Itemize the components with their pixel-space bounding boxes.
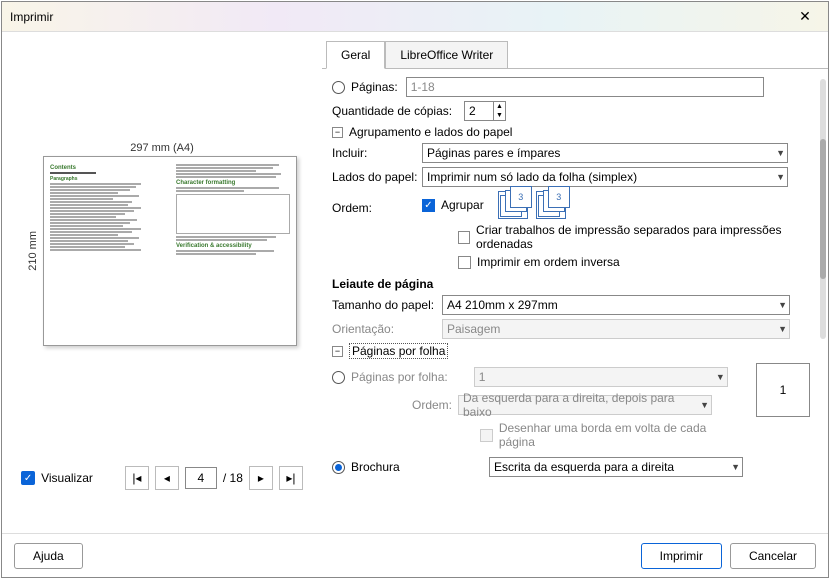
collation-group-label: Agrupamento e lados do papel <box>349 125 512 139</box>
page-preview: Contents Paragraphs <box>43 156 297 346</box>
titlebar: Imprimir ✕ <box>2 2 828 32</box>
print-button[interactable]: Imprimir <box>641 543 722 569</box>
tab-writer[interactable]: LibreOffice Writer <box>385 41 508 69</box>
reverse-checkbox[interactable] <box>458 256 471 269</box>
ppf-label: Páginas por folha: <box>351 370 448 384</box>
help-button[interactable]: Ajuda <box>14 543 83 569</box>
collate-icon-2: 123 <box>536 191 566 219</box>
page-input[interactable] <box>185 467 217 489</box>
layout-preview-box: 1 <box>756 363 810 417</box>
ppf-group-label: Páginas por folha <box>349 343 448 359</box>
paper-width-label: 297 mm (A4) <box>130 142 194 154</box>
copies-input[interactable] <box>465 104 491 118</box>
pages-input[interactable] <box>406 77 764 97</box>
reverse-label: Imprimir em ordem inversa <box>477 255 620 269</box>
separate-jobs-label: Criar trabalhos de impressão separados p… <box>476 223 810 251</box>
dialog-footer: Ajuda Imprimir Cancelar <box>2 533 828 577</box>
draw-border-checkbox <box>480 429 493 442</box>
copies-spinner[interactable]: ▲▼ <box>464 101 506 121</box>
chevron-down-icon: ▼ <box>778 300 787 310</box>
copies-label: Quantidade de cópias: <box>332 104 464 118</box>
preview-nav: ✓ Visualizar |◂ ◂ / 18 ▸ ▸| <box>21 466 303 490</box>
last-page-button[interactable]: ▸| <box>279 466 303 490</box>
ppf-radio[interactable] <box>332 371 345 384</box>
ppf-order-label: Ordem: <box>332 398 452 412</box>
page-total: / 18 <box>223 471 243 485</box>
chevron-down-icon: ▼ <box>778 324 787 334</box>
include-select[interactable]: Páginas pares e ímpares▼ <box>422 143 788 163</box>
first-page-button[interactable]: |◂ <box>125 466 149 490</box>
chevron-down-icon: ▼ <box>776 172 785 182</box>
show-preview-checkbox[interactable]: ✓ <box>21 471 35 485</box>
prev-page-button[interactable]: ◂ <box>155 466 179 490</box>
ppf-order-select: Da esquerda para a direita, depois para … <box>458 395 712 415</box>
ppf-collapse-toggle[interactable]: − <box>332 346 343 357</box>
chevron-down-icon: ▼ <box>776 148 785 158</box>
brochure-radio[interactable] <box>332 461 345 474</box>
include-label: Incluir: <box>332 146 422 160</box>
layout-heading: Leiaute de página <box>332 277 810 291</box>
order-label: Ordem: <box>332 191 422 215</box>
pages-radio[interactable] <box>332 81 345 94</box>
sides-label: Lados do papel: <box>332 170 422 184</box>
preview-pane: 297 mm (A4) 210 mm Contents Paragraphs <box>2 32 322 532</box>
collation-collapse-toggle[interactable]: − <box>332 127 343 138</box>
orientation-label: Orientação: <box>332 322 442 336</box>
tab-bar: Geral LibreOffice Writer <box>326 40 828 68</box>
panel-scrollbar[interactable] <box>820 79 826 339</box>
separate-jobs-checkbox[interactable] <box>458 231 470 244</box>
tab-general[interactable]: Geral <box>326 41 385 69</box>
close-icon[interactable]: ✕ <box>790 8 820 25</box>
collate-checkbox[interactable]: ✓ <box>422 199 435 212</box>
collate-icon-1: 123 <box>498 191 528 219</box>
chevron-down-icon: ▼ <box>716 372 725 382</box>
dialog-title: Imprimir <box>10 10 790 24</box>
chevron-down-icon: ▼ <box>731 462 740 472</box>
print-dialog: Imprimir ✕ 297 mm (A4) 210 mm Contents P… <box>1 1 829 578</box>
paper-size-label: Tamanho do papel: <box>332 298 442 312</box>
draw-border-label: Desenhar uma borda em volta de cada pági… <box>499 421 742 449</box>
paper-height-label: 210 mm <box>27 231 39 271</box>
general-panel: Páginas: Quantidade de cópias: ▲▼ − Agru… <box>322 68 828 532</box>
brochure-label: Brochura <box>351 460 481 474</box>
orientation-select: Paisagem▼ <box>442 319 790 339</box>
copies-up[interactable]: ▲ <box>493 102 505 111</box>
cancel-button[interactable]: Cancelar <box>730 543 816 569</box>
copies-down[interactable]: ▼ <box>493 111 505 120</box>
chevron-down-icon: ▼ <box>700 400 709 410</box>
collate-label: Agrupar <box>441 198 484 212</box>
next-page-button[interactable]: ▸ <box>249 466 273 490</box>
paper-size-select[interactable]: A4 210mm x 297mm▼ <box>442 295 790 315</box>
brochure-select[interactable]: Escrita da esquerda para a direita▼ <box>489 457 743 477</box>
show-preview-label: Visualizar <box>41 471 93 485</box>
ppf-select: 1▼ <box>474 367 728 387</box>
pages-label: Páginas: <box>351 80 398 94</box>
sides-select[interactable]: Imprimir num só lado da folha (simplex)▼ <box>422 167 788 187</box>
